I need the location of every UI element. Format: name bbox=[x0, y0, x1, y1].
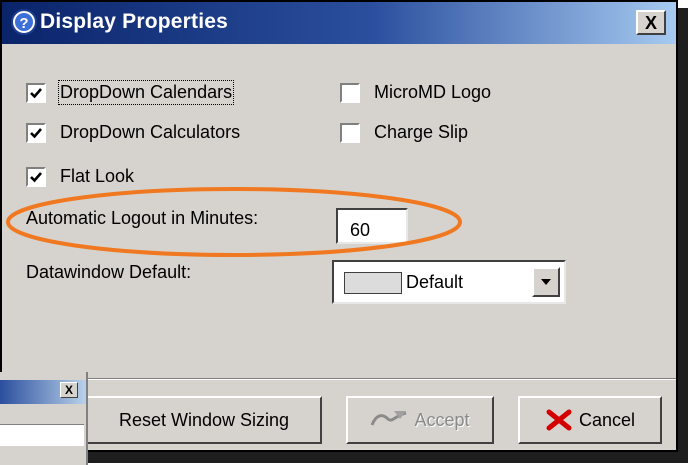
checkbox-box[interactable] bbox=[340, 122, 360, 143]
accept-pen-icon bbox=[371, 411, 407, 426]
checkbox-dropdown-calculators[interactable]: DropDown Calculators bbox=[26, 122, 240, 143]
highlight-oval bbox=[6, 187, 462, 257]
datawindow-selected-value: Default bbox=[406, 272, 464, 292]
dropdown-button[interactable] bbox=[532, 267, 560, 297]
background-window: X bbox=[0, 372, 88, 465]
background-window-field bbox=[0, 424, 84, 446]
accept-button[interactable]: Accept bbox=[346, 396, 494, 444]
close-icon: X bbox=[644, 12, 657, 33]
checkbox-micromd-logo[interactable]: MicroMD Logo bbox=[340, 82, 491, 103]
checkbox-box[interactable] bbox=[26, 122, 46, 143]
cancel-x-icon bbox=[546, 409, 572, 431]
display-properties-dialog: ? Display Properties X DropDown Calendar… bbox=[0, 0, 678, 452]
checkbox-box[interactable] bbox=[26, 82, 46, 103]
background-window-close-button[interactable]: X bbox=[60, 382, 78, 398]
checkbox-label: Charge Slip bbox=[374, 122, 469, 142]
cancel-button[interactable]: Cancel bbox=[518, 396, 662, 444]
check-icon bbox=[30, 127, 42, 138]
close-icon: X bbox=[64, 383, 73, 397]
checkbox-charge-slip[interactable]: Charge Slip bbox=[340, 122, 468, 143]
checkbox-label: DropDown Calculators bbox=[60, 122, 241, 142]
close-button[interactable]: X bbox=[636, 10, 666, 35]
button-separator bbox=[2, 378, 676, 380]
reset-window-sizing-label: Reset Window Sizing bbox=[118, 409, 290, 430]
checkbox-box[interactable] bbox=[340, 82, 360, 103]
cancel-label: Cancel bbox=[578, 409, 636, 430]
checkbox-dropdown-calendars[interactable]: DropDown Calendars bbox=[26, 80, 235, 105]
help-icon: ? bbox=[10, 8, 38, 36]
color-swatch bbox=[344, 272, 402, 294]
svg-text:?: ? bbox=[19, 15, 28, 32]
title-bar: ? Display Properties X bbox=[2, 2, 676, 44]
chevron-down-icon bbox=[541, 279, 551, 285]
accept-label: Accept bbox=[414, 409, 470, 430]
dialog-title: Display Properties bbox=[40, 10, 229, 33]
checkbox-label: DropDown Calendars bbox=[57, 80, 235, 105]
reset-window-sizing-button[interactable]: Reset Window Sizing bbox=[86, 396, 322, 444]
check-icon bbox=[30, 87, 42, 98]
checkbox-label: MicroMD Logo bbox=[374, 82, 492, 102]
